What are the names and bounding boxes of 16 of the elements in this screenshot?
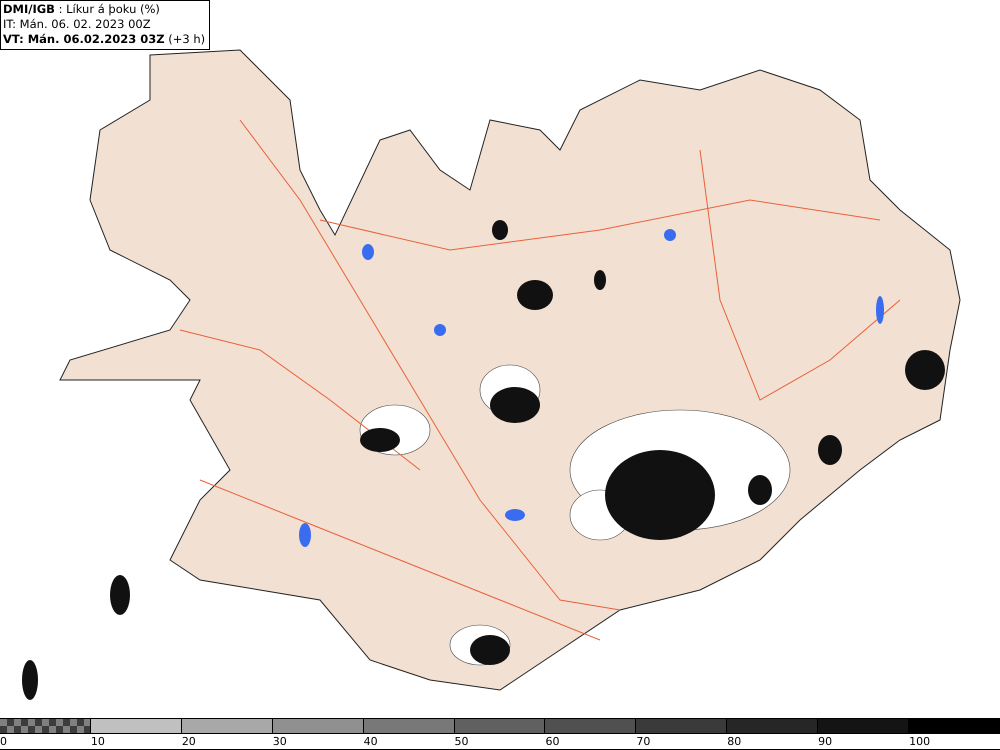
legend-label: 70 — [636, 734, 650, 749]
legend-label: 0 — [0, 734, 7, 749]
legend-label: 40 — [364, 734, 378, 749]
legend-label: 80 — [727, 734, 742, 749]
legend-label: 50 — [454, 734, 469, 749]
source-label: DMI/IGB — [3, 2, 55, 16]
forecast-offset: (+3 h) — [168, 32, 206, 46]
legend-label: 30 — [272, 734, 287, 749]
legend-label: 10 — [90, 734, 105, 749]
legend-label: 20 — [182, 734, 196, 749]
legend-label: 100 — [909, 734, 930, 749]
valid-time: VT: Mán. 06.02.2023 03Z — [3, 32, 165, 46]
legend-label: 60 — [545, 734, 560, 749]
issue-time: IT: Mán. 06. 02. 2023 00Z — [3, 17, 152, 32]
legend-label: 90 — [818, 734, 832, 749]
map-title: : Líkur á þoku (%) — [58, 2, 160, 16]
